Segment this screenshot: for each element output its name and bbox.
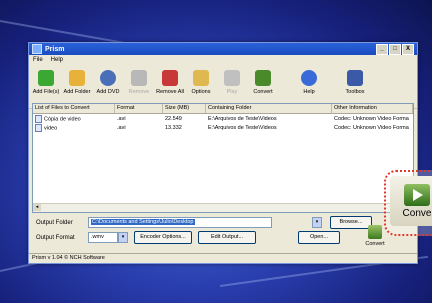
remove-button[interactable]: Remove xyxy=(124,66,154,95)
help-icon xyxy=(301,70,317,86)
output-folder-field[interactable]: C:\Documents and Settings\Julio\Desktop xyxy=(88,217,272,228)
add-dvd-button[interactable]: Add DVD xyxy=(93,66,123,95)
title-bar: Prism _ □ X xyxy=(29,43,417,55)
edit-output-button[interactable]: Edit Output... xyxy=(198,231,256,244)
column-header-size[interactable]: Size (MB) xyxy=(163,104,206,113)
convert-toolbar-button[interactable]: Convert xyxy=(248,66,278,95)
output-folder-label: Output Folder xyxy=(36,219,73,226)
video-file-icon xyxy=(35,114,42,123)
play-icon xyxy=(224,70,240,86)
toolbox-icon xyxy=(347,70,363,86)
column-header-files[interactable]: List of Files to Convert xyxy=(33,104,115,113)
app-icon xyxy=(32,44,42,54)
output-format-label: Output Format xyxy=(36,234,75,241)
remove-all-button[interactable]: Remove All xyxy=(155,66,185,95)
column-header-info[interactable]: Other Information xyxy=(332,104,413,113)
menu-file[interactable]: File xyxy=(33,57,43,63)
add-file-icon xyxy=(38,70,54,86)
encoder-options-button[interactable]: Encoder Options... xyxy=(134,231,192,244)
window-title: Prism xyxy=(45,45,65,53)
add-files-button[interactable]: Add File(s) xyxy=(31,66,61,95)
output-format-dropdown-icon[interactable]: ▾ xyxy=(118,232,128,243)
output-folder-dropdown-icon[interactable]: ▾ xyxy=(312,217,322,228)
menu-help[interactable]: Help xyxy=(51,57,63,63)
list-item[interactable]: Cópia de video .avi 22.549 E:\Arquivos d… xyxy=(33,114,413,123)
scroll-left-icon[interactable]: ◂ xyxy=(33,204,41,211)
convert-icon xyxy=(368,225,382,239)
options-icon xyxy=(193,70,209,86)
open-button[interactable]: Open... xyxy=(298,231,340,244)
file-list[interactable]: List of Files to Convert Format Size (MB… xyxy=(32,103,414,213)
play-button[interactable]: Play xyxy=(217,66,247,95)
dvd-icon xyxy=(100,70,116,86)
convert-callout-button[interactable]: Conve xyxy=(390,176,432,226)
convert-icon xyxy=(255,70,271,86)
video-file-icon xyxy=(35,123,42,132)
add-folder-button[interactable]: Add Folder xyxy=(62,66,92,95)
output-panel: Output Folder C:\Documents and Settings\… xyxy=(32,215,412,247)
toolbox-button[interactable]: Toolbox xyxy=(340,66,370,95)
options-button[interactable]: Options xyxy=(186,66,216,95)
column-header-folder[interactable]: Containing Folder xyxy=(206,104,332,113)
column-header-format[interactable]: Format xyxy=(115,104,163,113)
horizontal-scrollbar[interactable]: ◂ ▸ xyxy=(33,203,413,212)
close-button[interactable]: X xyxy=(402,43,414,55)
file-list-header: List of Files to Convert Format Size (MB… xyxy=(33,104,413,114)
menu-bar: File Help xyxy=(29,55,417,64)
list-item[interactable]: video .avi 13.332 E:\Arquivos de Teste\V… xyxy=(33,123,413,132)
add-folder-icon xyxy=(69,70,85,86)
status-bar: Prism v 1.04 © NCH Software xyxy=(29,253,417,263)
maximize-button[interactable]: □ xyxy=(389,43,401,55)
remove-icon xyxy=(131,70,147,86)
minimize-button[interactable]: _ xyxy=(376,43,388,55)
remove-all-icon xyxy=(162,70,178,86)
help-button[interactable]: Help xyxy=(294,66,324,95)
output-format-select[interactable]: .wmv xyxy=(88,232,118,243)
convert-icon xyxy=(404,183,430,206)
prism-window: Prism _ □ X File Help Add File(s) Add Fo… xyxy=(28,42,418,264)
